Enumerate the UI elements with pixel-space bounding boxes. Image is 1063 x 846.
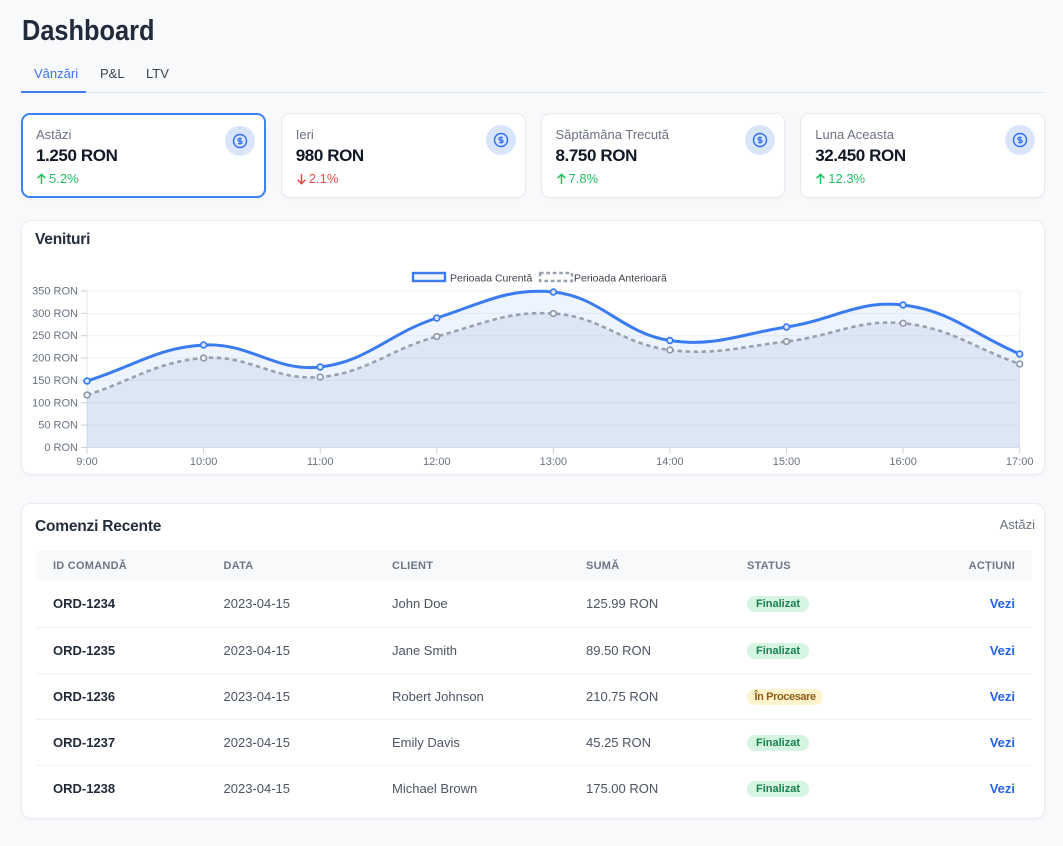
svg-text:Perioada Anterioară: Perioada Anterioară [574, 273, 667, 285]
svg-text:50 RON: 50 RON [38, 420, 78, 432]
svg-text:11:00: 11:00 [307, 456, 334, 468]
svg-text:15:00: 15:00 [773, 456, 801, 468]
svg-text:300 RON: 300 RON [32, 308, 78, 320]
svg-text:17:00: 17:00 [1006, 456, 1034, 468]
svg-text:10:00: 10:00 [190, 456, 218, 468]
svg-text:14:00: 14:00 [656, 456, 684, 468]
svg-text:13:00: 13:00 [540, 456, 568, 468]
svg-text:250 RON: 250 RON [32, 330, 78, 342]
svg-text:100 RON: 100 RON [32, 397, 78, 409]
svg-text:350 RON: 350 RON [32, 286, 78, 298]
svg-text:0 RON: 0 RON [44, 442, 78, 454]
svg-text:Perioada Curentă: Perioada Curentă [450, 273, 532, 285]
svg-text:150 RON: 150 RON [32, 375, 78, 387]
svg-text:16:00: 16:00 [889, 456, 917, 468]
svg-text:200 RON: 200 RON [32, 353, 78, 365]
svg-text:12:00: 12:00 [423, 456, 451, 468]
svg-text:9:00: 9:00 [76, 456, 97, 468]
